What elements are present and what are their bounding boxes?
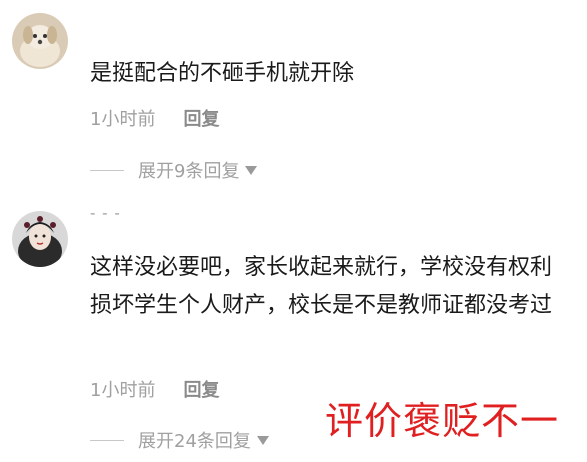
chevron-down-icon[interactable] [245, 165, 258, 175]
reply-button[interactable]: 回复 [183, 380, 219, 401]
comment-item: 是挺配合的不砸手机就开除 1小时前 回复 展开9条回复 [0, 0, 587, 200]
expand-replies[interactable]: 展开24条回复 [90, 427, 269, 453]
woman-portrait-avatar-icon[interactable] [12, 211, 68, 267]
divider-line [90, 439, 124, 441]
comment-time: 1小时前 [90, 380, 156, 401]
comment-meta: 1小时前 回复 [90, 376, 219, 402]
comment-username[interactable]: - - - [90, 204, 121, 222]
divider-line [90, 169, 124, 171]
expand-replies[interactable]: 展开9条回复 [90, 157, 258, 183]
reply-button[interactable]: 回复 [183, 109, 219, 130]
expand-replies-label[interactable]: 展开9条回复 [138, 157, 239, 183]
comment-text: 是挺配合的不砸手机就开除 [90, 61, 355, 86]
comment-text: 这样没必要吧，家长收起来就行，学校没有权利损坏学生个人财产，校长是不是教师证都没… [90, 255, 553, 318]
comment-time: 1小时前 [90, 109, 156, 130]
dog-avatar-icon[interactable] [12, 13, 68, 69]
expand-replies-label[interactable]: 展开24条回复 [138, 427, 251, 453]
overlay-caption: 评价褒贬不一 [325, 399, 560, 443]
chevron-down-icon[interactable] [256, 435, 269, 445]
comment-meta: 1小时前 回复 [90, 105, 219, 131]
